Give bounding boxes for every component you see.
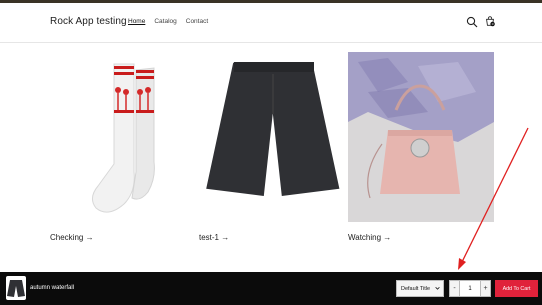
arrow-right-icon: → [221,233,230,242]
site-header: Rock App testing Home Catalog Contact 0 [0,3,542,43]
sock-image [92,63,155,213]
product-image-shorts[interactable] [199,52,345,222]
quantity-decrease-button[interactable]: - [449,280,460,297]
product-card-checking[interactable]: Checking → [50,52,196,242]
variant-select[interactable]: Default Title [396,280,444,297]
product-image-handbag[interactable] [348,52,494,222]
cart-count-badge: 0 [492,22,494,26]
arrow-right-icon: → [85,233,94,242]
handbag-image [348,52,494,222]
quantity-input[interactable]: 1 [460,280,480,297]
sticky-product-thumbnail [6,276,26,300]
shorts-image [206,62,340,196]
product-title-watching[interactable]: Watching → [348,233,391,242]
product-image-sock[interactable] [50,52,196,222]
product-title-checking[interactable]: Checking → [50,233,94,242]
add-to-cart-button[interactable]: Add To Cart [495,280,538,297]
chevron-down-icon [435,286,440,290]
product-card-watching[interactable]: Watching → [348,52,494,242]
nav-home[interactable]: Home [128,18,145,25]
cart-icon[interactable]: 0 [484,15,496,27]
product-title-test-1[interactable]: test-1 → [199,233,229,242]
store-logo[interactable]: Rock App testing [50,16,127,27]
shorts-thumbnail-image [7,280,25,297]
nav-contact[interactable]: Contact [186,18,208,25]
main-nav: Home Catalog Contact [128,18,208,25]
product-card-test-1[interactable]: test-1 → [199,52,345,242]
nav-catalog[interactable]: Catalog [154,18,176,25]
arrow-right-icon: → [383,233,392,242]
search-icon[interactable] [466,16,478,28]
quantity-increase-button[interactable]: + [480,280,491,297]
sticky-product-title: autumn waterfall [30,285,75,291]
sticky-add-to-cart-bar: autumn waterfall Default Title - 1 + Add… [0,272,542,305]
